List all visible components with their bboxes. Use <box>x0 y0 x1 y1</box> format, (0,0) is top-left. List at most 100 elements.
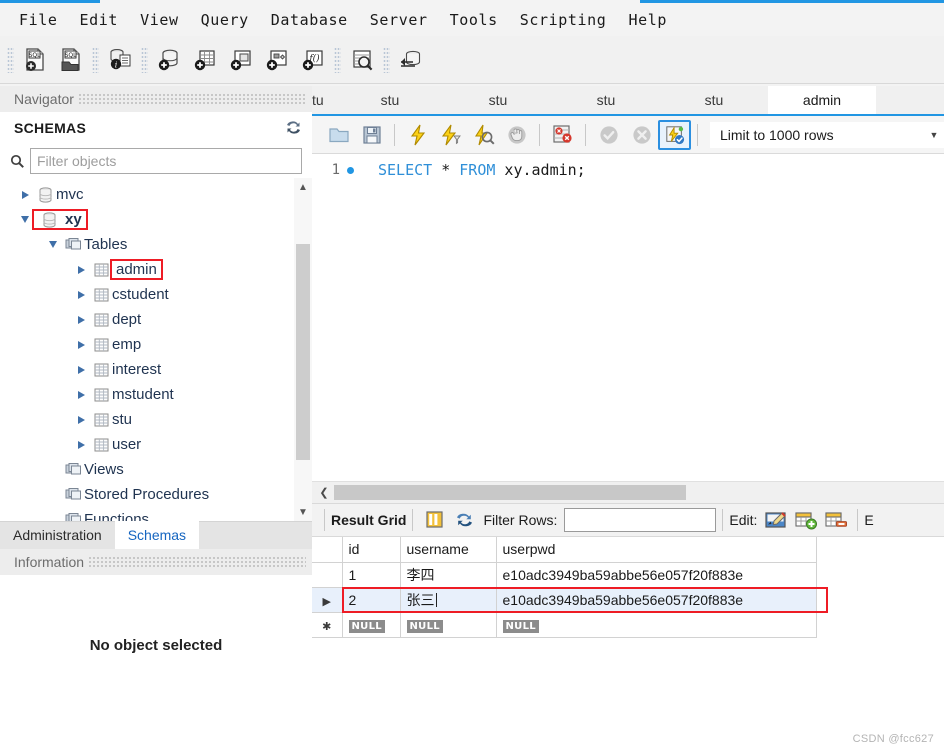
explain-icon[interactable] <box>467 120 500 150</box>
tree-item-admin[interactable]: admin <box>0 257 312 282</box>
menu-item-query[interactable]: Query <box>190 9 260 31</box>
autocommit-icon[interactable] <box>658 119 691 150</box>
chevron-right-icon[interactable] <box>72 407 90 432</box>
tab-administration[interactable]: Administration <box>0 521 115 549</box>
delete-row-icon[interactable] <box>821 507 851 533</box>
open-file-icon[interactable] <box>322 120 355 150</box>
editor-tab-stu-3[interactable]: stu <box>552 86 660 114</box>
refresh-icon[interactable] <box>285 120 302 135</box>
cell-username[interactable]: 张三 <box>400 587 497 613</box>
tree-item-xy[interactable]: xy <box>0 207 312 232</box>
execute-current-icon[interactable] <box>434 120 467 150</box>
table-row[interactable]: 1 李四 e10adc3949ba59abbe56e057f20f883e <box>312 562 817 588</box>
scrollbar-thumb[interactable] <box>334 485 686 500</box>
create-function-icon[interactable]: f() <box>295 40 331 80</box>
row-limit-dropdown[interactable]: Limit to 1000 rows ▼ <box>710 121 944 148</box>
column-header-userpwd[interactable]: userpwd <box>496 537 817 563</box>
chevron-right-icon[interactable] <box>72 357 90 382</box>
toolbar-grip[interactable] <box>383 46 390 73</box>
filter-rows-input[interactable] <box>564 508 717 532</box>
chevron-down-icon[interactable]: ▼ <box>924 130 944 140</box>
statement-marker-icon[interactable] <box>340 166 360 174</box>
tree-item-dept[interactable]: dept <box>0 307 312 332</box>
toolbar-grip[interactable] <box>92 46 99 73</box>
schema-info-icon[interactable]: i <box>102 40 138 80</box>
editor-tab-stu-4[interactable]: stu <box>660 86 768 114</box>
open-sql-script-icon[interactable]: SQL <box>53 40 89 80</box>
toolbar-grip[interactable] <box>334 46 341 73</box>
menu-item-edit[interactable]: Edit <box>69 9 130 31</box>
chevron-right-icon[interactable] <box>72 307 90 332</box>
search-data-icon[interactable] <box>344 40 380 80</box>
toolbar-grip[interactable] <box>141 46 148 73</box>
navigator-vertical-scrollbar[interactable]: ▲ ▼ <box>294 178 312 521</box>
menu-item-tools[interactable]: Tools <box>439 9 509 31</box>
chevron-down-icon[interactable] <box>16 207 34 232</box>
new-row-placeholder[interactable]: ✱ NULL NULL NULL <box>312 612 817 638</box>
result-grid[interactable]: id username userpwd 1 李四 e10adc3949ba59a… <box>312 537 944 753</box>
tree-item-mvc[interactable]: mvc <box>0 182 312 207</box>
cell-id[interactable]: 2 <box>342 587 401 613</box>
create-schema-icon[interactable] <box>151 40 187 80</box>
tree-item-mstudent[interactable]: mstudent <box>0 382 312 407</box>
commit-icon[interactable] <box>592 120 625 150</box>
cell-id[interactable]: 1 <box>342 562 401 588</box>
add-row-icon[interactable] <box>791 507 821 533</box>
cell-userpwd[interactable]: e10adc3949ba59abbe56e057f20f883e <box>496 587 817 613</box>
chevron-right-icon[interactable] <box>72 257 90 282</box>
execute-icon[interactable] <box>401 120 434 150</box>
refresh-icon[interactable] <box>449 507 479 533</box>
menu-item-help[interactable]: Help <box>617 9 678 31</box>
tree-item-emp[interactable]: emp <box>0 332 312 357</box>
save-icon[interactable] <box>355 120 388 150</box>
tree-item-views[interactable]: Views <box>0 457 312 482</box>
chevron-right-icon[interactable] <box>72 382 90 407</box>
table-row[interactable]: ▶ 2 张三 e10adc3949ba59abbe56e057f20f883e <box>312 587 817 613</box>
menu-item-view[interactable]: View <box>129 9 190 31</box>
tree-item-cstudent[interactable]: cstudent <box>0 282 312 307</box>
create-table-icon[interactable] <box>187 40 223 80</box>
editor-tab-admin[interactable]: admin <box>768 86 876 114</box>
chevron-right-icon[interactable] <box>72 332 90 357</box>
chevron-right-icon[interactable] <box>72 282 90 307</box>
editor-tab-partial[interactable]: tu <box>312 86 336 114</box>
scrollbar-thumb[interactable] <box>296 244 310 460</box>
scroll-up-icon[interactable]: ▲ <box>294 178 312 196</box>
sql-line-1[interactable]: 1 SELECT * FROM xy.admin; <box>312 154 944 180</box>
reconnect-server-icon[interactable] <box>393 40 429 80</box>
stop-icon[interactable] <box>500 120 533 150</box>
chevron-right-icon[interactable] <box>16 182 34 207</box>
column-header-username[interactable]: username <box>400 537 497 563</box>
scroll-down-icon[interactable]: ▼ <box>294 503 312 521</box>
menu-item-server[interactable]: Server <box>359 9 439 31</box>
scroll-left-icon[interactable]: ❮ <box>316 486 332 499</box>
tree-item-stu[interactable]: stu <box>0 407 312 432</box>
schema-tree[interactable]: mvc xy Tables admin cstudent dept emp in… <box>0 178 312 521</box>
menu-item-file[interactable]: File <box>8 9 69 31</box>
filter-objects-input[interactable] <box>30 148 302 174</box>
toolbar-grip[interactable] <box>7 46 14 73</box>
sql-editor[interactable]: 1 SELECT * FROM xy.admin; <box>312 154 944 481</box>
create-procedure-icon[interactable] <box>259 40 295 80</box>
tab-schemas[interactable]: Schemas <box>114 521 200 549</box>
tree-item-user[interactable]: user <box>0 432 312 457</box>
chevron-right-icon[interactable] <box>72 432 90 457</box>
column-header-id[interactable]: id <box>342 537 401 563</box>
chevron-down-icon[interactable] <box>44 232 62 257</box>
rollback-icon[interactable] <box>625 120 658 150</box>
new-sql-tab-icon[interactable]: SQL <box>17 40 53 80</box>
menu-item-database[interactable]: Database <box>260 9 359 31</box>
menu-item-scripting[interactable]: Scripting <box>509 9 618 31</box>
tree-item-functions[interactable]: Functions <box>0 507 312 521</box>
sql-editor-horizontal-scrollbar[interactable]: ❮ <box>312 481 944 503</box>
editor-tab-stu-1[interactable]: stu <box>336 86 444 114</box>
create-view-icon[interactable] <box>223 40 259 80</box>
cell-username[interactable]: 李四 <box>400 562 497 588</box>
tree-item-interest[interactable]: interest <box>0 357 312 382</box>
edit-row-icon[interactable] <box>761 507 791 533</box>
export-label[interactable]: E <box>864 512 873 528</box>
grid-view-icon[interactable] <box>419 507 449 533</box>
toggle-stop-on-error-icon[interactable] <box>546 120 579 150</box>
tree-item-tables[interactable]: Tables <box>0 232 312 257</box>
tree-item-stored-procedures[interactable]: Stored Procedures <box>0 482 312 507</box>
